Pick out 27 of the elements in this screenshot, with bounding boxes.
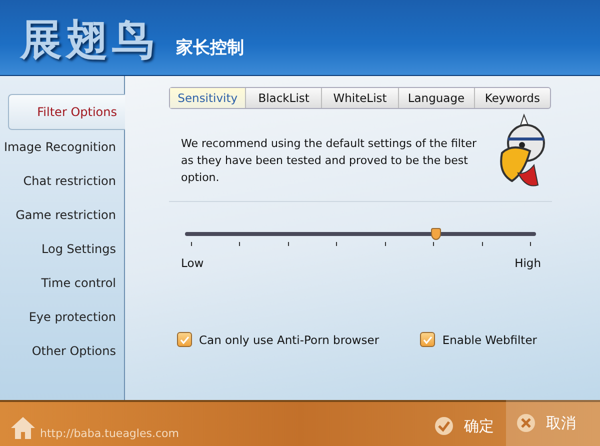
tab[interactable]: Sensitivity [170,88,246,108]
checkmark-icon [434,416,454,436]
sidebar-item[interactable]: Eye protection [0,300,124,334]
app-subtitle: 家长控制 [176,37,244,59]
slider-max-label: High [514,256,541,270]
sidebar-item[interactable]: Chat restriction [0,164,124,198]
checkbox[interactable] [420,332,436,347]
checkmark-icon [423,336,432,344]
checkbox-label: Enable Webfilter [442,332,537,346]
sidebar-item[interactable]: Log Settings [0,232,124,266]
close-icon [516,413,536,433]
sidebar-item[interactable]: Other Options [0,334,124,368]
app-logo: 展翅鸟 [20,19,158,61]
slider-thumb[interactable] [430,228,441,240]
checkbox[interactable] [177,332,192,347]
checkmark-icon [180,336,189,344]
tab[interactable]: Keywords [474,88,550,108]
sidebar-item[interactable]: Filter Options [8,94,125,130]
tab[interactable]: WhiteList [322,88,399,108]
sidebar-item[interactable]: Image Recognition [0,130,124,164]
description-text: We recommend using the default settings of the filter as they have been tested and proved to be the best option. [181,136,478,186]
checkbox-label: Can only use Anti-Porn browser [199,332,380,346]
tab[interactable]: BlackList [246,88,322,108]
sidebar-item[interactable]: Time control [0,266,124,300]
slider-min-label: Low [181,256,204,270]
tab[interactable]: Language [398,88,475,108]
sidebar-item[interactable]: Game restriction [0,198,124,232]
